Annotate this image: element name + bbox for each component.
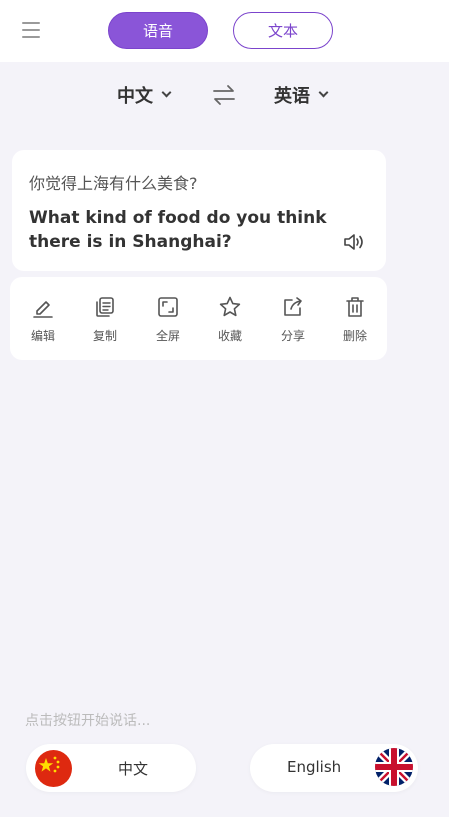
delete-label: 删除 (342, 329, 367, 343)
source-language-label: 中文 (117, 86, 153, 107)
edit-button[interactable]: 编辑 (18, 295, 68, 344)
trash-icon (346, 297, 364, 317)
swap-icon[interactable] (212, 84, 236, 106)
target-language-select[interactable]: 英语 (274, 80, 329, 110)
edit-label: 编辑 (30, 329, 55, 343)
chinese-button-label: 中文 (118, 760, 149, 778)
voice-mode-button[interactable]: 语音 (108, 12, 208, 49)
top-bar: 语音 文本 (0, 0, 449, 62)
delete-button[interactable]: 删除 (330, 295, 380, 344)
chevron-down-icon (318, 87, 329, 98)
favorite-button[interactable]: 收藏 (205, 295, 255, 344)
action-bar: 编辑 复制 全屏 收藏 分享 删除 (10, 277, 387, 360)
translated-text: What kind of food do you think there is … (29, 206, 329, 254)
share-label: 分享 (280, 329, 305, 343)
language-bar: 中文 英语 (0, 80, 449, 110)
speak-hint: 点击按钮开始说话... (25, 713, 151, 729)
copy-icon (96, 297, 114, 317)
speaker-icon[interactable] (343, 232, 365, 252)
china-flag-icon (35, 750, 72, 787)
speak-english-button[interactable]: English (250, 744, 418, 792)
speak-chinese-button[interactable]: 中文 (26, 744, 196, 792)
fullscreen-label: 全屏 (155, 329, 180, 343)
source-language-select[interactable]: 中文 (117, 80, 172, 110)
fullscreen-icon (158, 297, 178, 317)
translated-text-line: What kind of food do you think (29, 208, 327, 228)
text-mode-button[interactable]: 文本 (233, 12, 333, 49)
copy-button[interactable]: 复制 (80, 295, 130, 344)
fullscreen-button[interactable]: 全屏 (143, 295, 193, 344)
edit-icon (33, 301, 53, 318)
translation-card: 你觉得上海有什么美食? What kind of food do you thi… (12, 150, 386, 271)
target-language-label: 英语 (274, 86, 310, 107)
menu-icon[interactable] (22, 22, 40, 38)
share-icon (284, 297, 302, 316)
share-button[interactable]: 分享 (268, 295, 318, 344)
favorite-label: 收藏 (217, 329, 242, 343)
uk-flag-icon (375, 748, 413, 786)
english-button-label: English (287, 758, 342, 776)
chevron-down-icon (161, 87, 172, 98)
copy-label: 复制 (92, 329, 117, 343)
translated-text-line: there is in Shanghai? (29, 232, 232, 252)
source-text: 你觉得上海有什么美食? (29, 174, 198, 193)
star-icon (219, 296, 241, 317)
